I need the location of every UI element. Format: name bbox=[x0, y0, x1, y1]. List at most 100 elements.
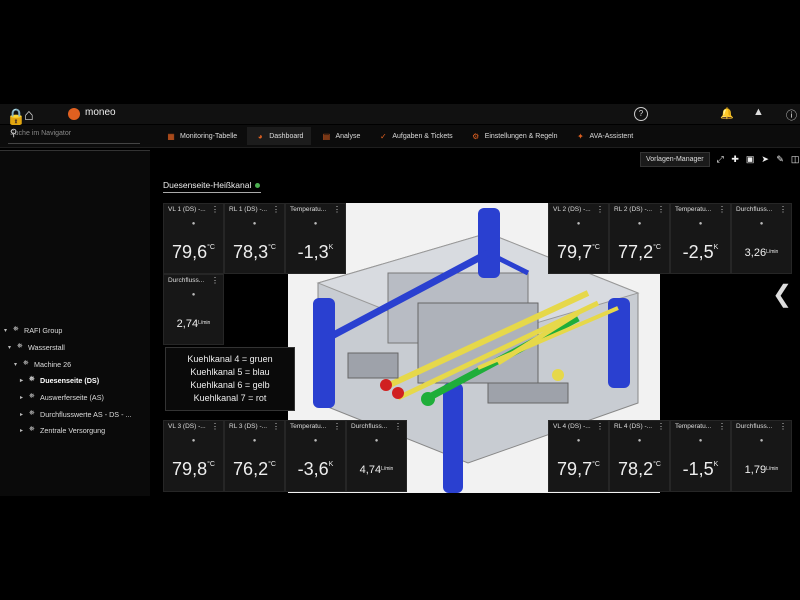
tree-item-label: Machine 26 bbox=[34, 359, 72, 369]
caret-down-icon[interactable]: ▾ bbox=[8, 344, 14, 351]
widget-t3[interactable]: Temperatu... ⋮ ● -3,6K bbox=[285, 420, 346, 492]
vorlagen-manager-button[interactable]: Vorlagen-Manager bbox=[640, 152, 710, 167]
tree-item-label: Auswerferseite (AS) bbox=[40, 392, 104, 402]
widget-title: Temperatu... bbox=[290, 423, 327, 430]
tab-dashboard[interactable]: ◕ Dashboard bbox=[247, 127, 312, 145]
tab-label: Analyse bbox=[335, 132, 361, 140]
warning-icon[interactable]: ▲ bbox=[753, 106, 764, 118]
kebab-menu-icon[interactable]: ⋮ bbox=[211, 205, 219, 214]
widget-rl3[interactable]: RL 3 (DS) -... ⋮ ● 76,2°C bbox=[224, 420, 285, 492]
legend-item: Kuehlkanal 6 = gelb bbox=[190, 380, 270, 390]
tab-analyse[interactable]: ▤ Analyse bbox=[313, 127, 368, 145]
caret-down-icon[interactable]: ▾ bbox=[4, 327, 10, 334]
node-icon: ⛯ bbox=[29, 426, 35, 433]
delete-icon[interactable]: ◫ bbox=[791, 154, 800, 165]
tab-einstellungen-regeln[interactable]: ⚙ Einstellungen & Regeln bbox=[463, 127, 566, 145]
kebab-menu-icon[interactable]: ⋮ bbox=[211, 422, 219, 431]
assistant-icon: ✦ bbox=[577, 131, 584, 141]
widget-value: 76,2 bbox=[233, 459, 269, 479]
kebab-menu-icon[interactable]: ⋮ bbox=[718, 422, 726, 431]
search-icon[interactable]: ⚲ bbox=[10, 128, 138, 139]
caret-right-icon[interactable]: ▸ bbox=[20, 427, 26, 434]
dashboard-title-text: Duesenseite-Heißkanal bbox=[163, 180, 252, 190]
help-icon[interactable]: ? bbox=[634, 107, 648, 121]
widget-value: 78,2 bbox=[618, 459, 654, 479]
widget-unit: K bbox=[713, 461, 719, 468]
edit-icon[interactable]: ✎ bbox=[776, 154, 785, 165]
widget-title: Durchfluss... bbox=[736, 423, 773, 430]
widget-t2[interactable]: Temperatu... ⋮ ● -2,5K bbox=[670, 203, 731, 274]
tree-item-wasserstall[interactable]: ▾ ⛯ Wasserstall bbox=[8, 341, 65, 353]
node-icon: ⛯ bbox=[13, 326, 19, 333]
tree-item-auswerferseite[interactable]: ▸ ⛯ Auswerferseite (AS) bbox=[20, 391, 104, 403]
cooling-channel-legend: Kuehlkanal 4 = gruen Kuehlkanal 5 = blau… bbox=[165, 347, 295, 411]
kebab-menu-icon[interactable]: ⋮ bbox=[272, 422, 280, 431]
widget-value-group: 77,2°C bbox=[610, 242, 669, 263]
kebab-menu-icon[interactable]: ⋮ bbox=[779, 422, 787, 431]
title-underline bbox=[163, 192, 261, 193]
add-icon[interactable]: ✚ bbox=[731, 154, 740, 165]
tab-ava-assistent[interactable]: ✦ AVA-Assistent bbox=[567, 127, 641, 145]
kebab-menu-icon[interactable]: ⋮ bbox=[718, 205, 726, 214]
bell-icon[interactable]: 🔔 bbox=[720, 107, 734, 120]
kebab-menu-icon[interactable]: ⋮ bbox=[596, 205, 604, 214]
widget-rl4[interactable]: RL 4 (DS) -... ⋮ ● 78,2°C bbox=[609, 420, 670, 492]
tree-item-rafi-group[interactable]: ▾ ⛯ RAFI Group bbox=[4, 324, 62, 336]
widget-title: VL 1 (DS) -... bbox=[168, 206, 206, 213]
pin-icon[interactable]: ➤ bbox=[761, 154, 770, 165]
info-icon[interactable]: ⓘ bbox=[786, 107, 797, 123]
kebab-menu-icon[interactable]: ⋮ bbox=[272, 205, 280, 214]
caret-down-icon[interactable]: ▾ bbox=[14, 361, 20, 368]
kebab-menu-icon[interactable]: ⋮ bbox=[394, 422, 402, 431]
caret-right-icon[interactable]: ▸ bbox=[20, 411, 26, 418]
caret-right-icon[interactable]: ▸ bbox=[20, 394, 26, 401]
widget-f1[interactable]: Durchfluss... ⋮ ● 2,74L/min bbox=[163, 274, 224, 345]
node-icon: ⛯ bbox=[29, 410, 35, 417]
navigator-search[interactable]: Suche im Navigator ⚲ bbox=[8, 127, 140, 144]
widget-vl3[interactable]: VL 3 (DS) -... ⋮ ● 79,8°C bbox=[163, 420, 224, 492]
dashboard-title[interactable]: Duesenseite-Heißkanal bbox=[163, 180, 261, 190]
kebab-menu-icon[interactable]: ⋮ bbox=[657, 205, 665, 214]
chevron-left-icon[interactable]: ❮ bbox=[772, 280, 792, 309]
widget-value: -1,3 bbox=[297, 242, 329, 262]
save-icon[interactable]: ▣ bbox=[746, 154, 755, 165]
widget-t1[interactable]: Temperatu... ⋮ ● -1,3K bbox=[285, 203, 346, 274]
value-marker: ● bbox=[191, 438, 196, 444]
widget-vl2[interactable]: VL 2 (DS) -... ⋮ ● 79,7°C bbox=[548, 203, 609, 274]
tree-item-durchflusswerte[interactable]: ▸ ⛯ Durchflusswerte AS - DS - ... bbox=[20, 408, 131, 420]
kebab-menu-icon[interactable]: ⋮ bbox=[779, 205, 787, 214]
widget-f4[interactable]: Durchfluss... ⋮ ● 1,79L/min bbox=[731, 420, 792, 492]
kebab-menu-icon[interactable]: ⋮ bbox=[657, 422, 665, 431]
widget-unit: K bbox=[328, 244, 334, 251]
widget-vl1[interactable]: VL 1 (DS) -... ⋮ ● 79,6°C bbox=[163, 203, 224, 274]
widget-title: RL 2 (DS) -... bbox=[614, 206, 653, 213]
widget-t4[interactable]: Temperatu... ⋮ ● -1,5K bbox=[670, 420, 731, 492]
widget-f2[interactable]: Durchfluss... ⋮ ● 3,26L/min bbox=[731, 203, 792, 274]
tree-item-zentrale-versorgung[interactable]: ▸ ⛯ Zentrale Versorgung bbox=[20, 424, 105, 436]
widget-value: -3,6 bbox=[297, 459, 329, 479]
fullscreen-icon[interactable]: ⤢ bbox=[716, 154, 725, 165]
tab-monitoring-tabelle[interactable]: ▦ Monitoring-Tabelle bbox=[158, 127, 245, 145]
widget-vl4[interactable]: VL 4 (DS) -... ⋮ ● 79,7°C bbox=[548, 420, 609, 492]
value-marker: ● bbox=[698, 438, 703, 444]
kebab-menu-icon[interactable]: ⋮ bbox=[596, 422, 604, 431]
tab-label: Dashboard bbox=[269, 132, 304, 140]
legend-item: Kuehlkanal 4 = gruen bbox=[187, 354, 273, 364]
tree-item-label: Wasserstall bbox=[28, 342, 65, 352]
value-marker: ● bbox=[313, 438, 318, 444]
home-icon[interactable]: ⌂ bbox=[24, 107, 34, 125]
tree-item-machine-26[interactable]: ▾ ⛯ Machine 26 bbox=[14, 358, 71, 370]
tab-aufgaben-tickets[interactable]: ✓ Aufgaben & Tickets bbox=[370, 127, 460, 145]
kebab-menu-icon[interactable]: ⋮ bbox=[333, 205, 341, 214]
caret-right-icon[interactable]: ▸ bbox=[20, 377, 26, 384]
kebab-menu-icon[interactable]: ⋮ bbox=[211, 276, 219, 285]
navigator-sidebar bbox=[0, 150, 150, 496]
lock-icon[interactable]: 🔒 bbox=[6, 107, 26, 127]
widget-rl2[interactable]: RL 2 (DS) -... ⋮ ● 77,2°C bbox=[609, 203, 670, 274]
widget-value: 2,74 bbox=[176, 318, 199, 330]
kebab-menu-icon[interactable]: ⋮ bbox=[333, 422, 341, 431]
tab-label: Monitoring-Tabelle bbox=[180, 132, 238, 140]
widget-rl1[interactable]: RL 1 (DS) -... ⋮ ● 78,3°C bbox=[224, 203, 285, 274]
widget-f3[interactable]: Durchfluss... ⋮ ● 4,74L/min bbox=[346, 420, 407, 492]
tree-item-duesenseite[interactable]: ▸ ⛯ Duesenseite (DS) bbox=[20, 374, 99, 386]
